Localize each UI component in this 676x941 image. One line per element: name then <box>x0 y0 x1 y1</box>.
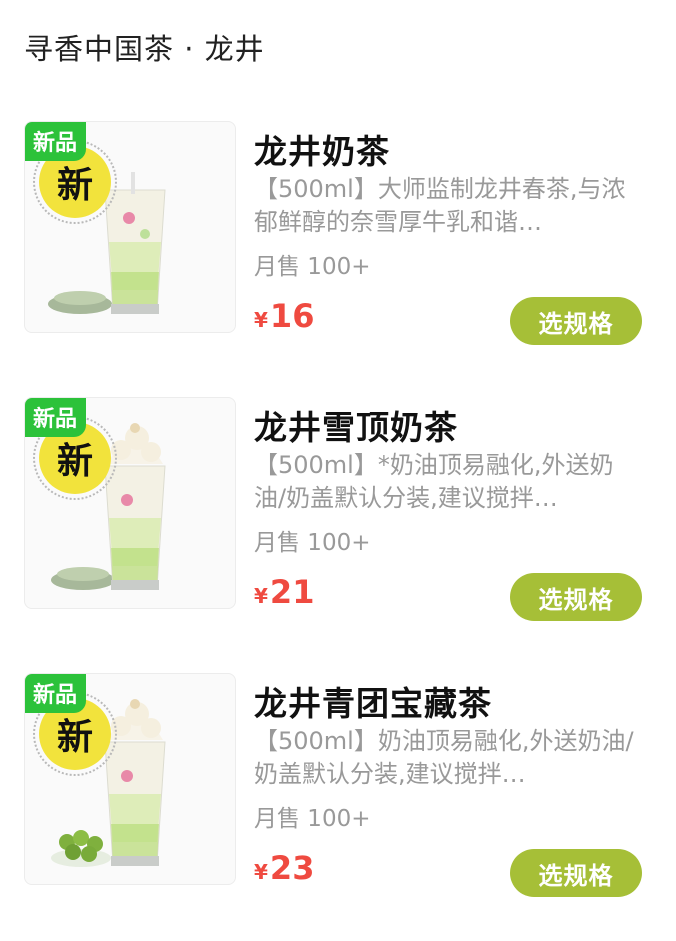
product-price: ¥21 <box>254 573 314 611</box>
product-description: 【500ml】大师监制龙井春茶,与浓郁鲜醇的奈雪厚牛乳和谐… <box>254 175 626 236</box>
select-spec-button[interactable]: 选规格 <box>510 849 642 897</box>
monthly-sales: 月售 100+ <box>254 530 371 556</box>
currency-symbol: ¥ <box>254 860 268 884</box>
new-badge: 新品 <box>25 122 87 161</box>
product-image[interactable]: 新品 新 <box>24 121 236 333</box>
price-value: 21 <box>269 573 315 611</box>
product-image[interactable]: 新品 新 <box>24 397 236 609</box>
monthly-sales: 月售 100+ <box>254 806 371 832</box>
select-spec-button[interactable]: 选规格 <box>510 573 642 621</box>
product-description: 【500ml】*奶油顶易融化,外送奶油/奶盖默认分装,建议搅拌… <box>254 451 614 512</box>
currency-symbol: ¥ <box>254 308 268 332</box>
monthly-sales: 月售 100+ <box>254 254 371 280</box>
product-card-longjing-milk-tea[interactable]: 新品 新 龙井奶茶 【500ml】大师监制龙井春茶,与浓郁鲜醇的奈雪厚牛乳和谐…… <box>0 121 676 389</box>
price-value: 16 <box>269 297 315 335</box>
new-badge: 新品 <box>25 398 87 437</box>
product-card-longjing-snowtop-milk-tea[interactable]: 新品 新 龙井雪顶奶茶 【500ml】*奶油顶易融化,外送奶油/奶盖默认分装,建… <box>0 397 676 665</box>
product-price: ¥16 <box>254 297 314 335</box>
product-name: 龙井青团宝藏茶 <box>254 684 492 723</box>
price-value: 23 <box>269 849 315 887</box>
product-name: 龙井奶茶 <box>254 132 390 171</box>
product-image[interactable]: 新品 新 <box>24 673 236 885</box>
product-price: ¥23 <box>254 849 314 887</box>
product-description: 【500ml】奶油顶易融化,外送奶油/奶盖默认分装,建议搅拌… <box>254 727 634 788</box>
new-badge: 新品 <box>25 674 87 713</box>
select-spec-button[interactable]: 选规格 <box>510 297 642 345</box>
product-card-longjing-qingtuan-tea[interactable]: 新品 新 龙井青团宝藏茶 【500ml】奶油顶易融化,外送奶油/奶盖默认分装,建… <box>0 673 676 941</box>
currency-symbol: ¥ <box>254 584 268 608</box>
product-name: 龙井雪顶奶茶 <box>254 408 458 447</box>
section-title: 寻香中国茶 · 龙井 <box>24 32 265 66</box>
